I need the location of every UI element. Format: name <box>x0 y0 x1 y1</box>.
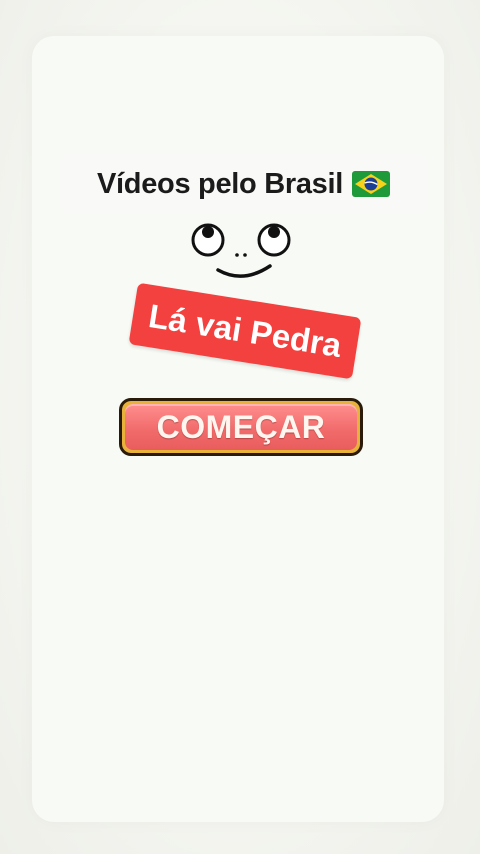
screen: Vídeos pelo Brasil Lá vai Pedra COMEÇAR <box>0 0 480 854</box>
start-button-face[interactable]: COMEÇAR <box>125 404 357 450</box>
rolling-eyes-face-icon <box>186 218 298 288</box>
start-button-label: COMEÇAR <box>156 408 326 445</box>
brazil-flag-icon <box>351 169 391 199</box>
title-banner: Vídeos pelo Brasil <box>60 154 428 214</box>
page-title: Vídeos pelo Brasil <box>96 167 343 200</box>
start-button[interactable]: COMEÇAR <box>119 398 363 456</box>
